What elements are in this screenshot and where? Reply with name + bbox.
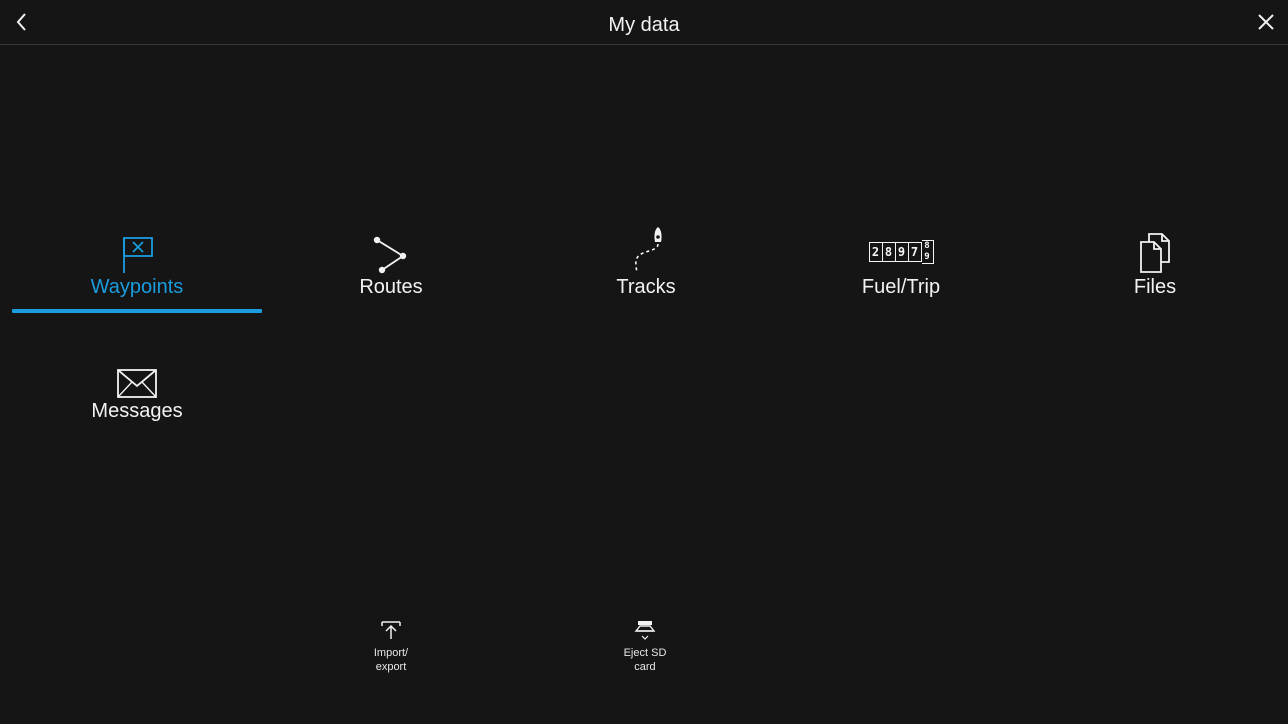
import-export-label: Import/ export [373,647,409,673]
tile-messages[interactable]: Messages [12,346,262,436]
counter-digit: 2 [870,243,883,261]
eject-sd-button[interactable]: Eject SD card [600,618,690,688]
close-button[interactable] [1244,0,1288,44]
chevron-left-icon [16,13,26,31]
tile-waypoints[interactable]: Waypoints [12,222,262,312]
upload-icon [381,621,401,639]
import-export-button[interactable]: Import/ export [346,618,436,688]
counter-roll: 8 9 [921,240,934,264]
tile-label: Waypoints [90,276,184,298]
tile-label: Messages [91,400,183,422]
title-bar: My data [0,0,1288,45]
tile-label: Files [1133,276,1177,298]
counter-digit: 7 [910,245,919,259]
tile-files[interactable]: Files [1030,222,1280,312]
my-data-screen: My data Waypoints Routes Tracks 2 8 9 7 … [0,0,1288,724]
close-icon [1258,14,1274,30]
counter-roll-digit: 9 [924,252,930,262]
counter-digit: 9 [896,243,909,261]
tile-label: Fuel/Trip [861,276,941,298]
tile-label: Routes [359,276,423,298]
envelope-icon [117,369,157,398]
tile-tracks[interactable]: Tracks [521,222,771,312]
track-boat-icon [635,227,662,273]
page-title: My data [608,14,680,36]
eject-sd-label: Eject SD card [623,647,667,673]
back-button[interactable] [0,0,44,44]
counter-roll-digit: 8 [924,241,930,251]
eject-sd-icon [634,621,656,640]
tile-label: Tracks [616,276,676,298]
route-icon [373,236,407,274]
tile-routes[interactable]: Routes [266,222,516,312]
counter-digit: 8 [883,243,896,261]
waypoint-flag-icon [123,237,153,273]
files-icon [1140,233,1170,273]
tile-fuel-trip[interactable]: 2 8 9 7 8 9 Fuel/Trip [776,222,1026,312]
selected-indicator [12,309,262,313]
trip-counter-icon: 2 8 9 7 8 9 [868,240,934,264]
